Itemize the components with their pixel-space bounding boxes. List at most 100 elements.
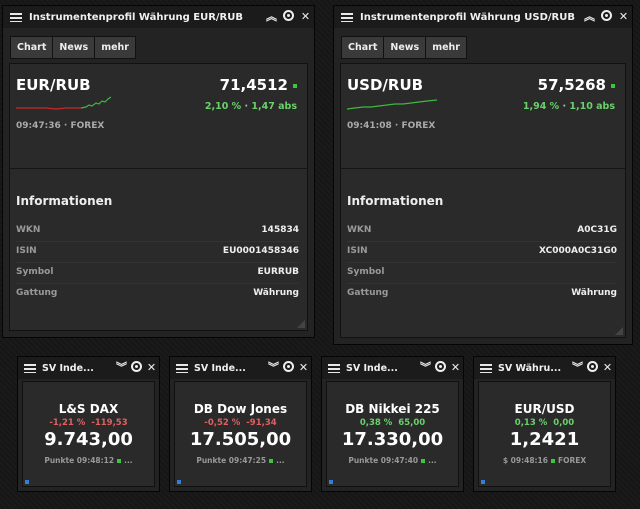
panel-content: USD/RUB 57,5268 1,94 % · 1,10 abs 09:41:… (340, 63, 626, 338)
instrument-panel-usdrub: Instrumentenprofil Währung USD/RUB ︽ ✕ C… (333, 5, 633, 345)
collapse-icon[interactable]: ︾ (418, 357, 433, 379)
link-indicator-icon (25, 480, 29, 484)
target-icon[interactable] (281, 357, 296, 379)
index-widget-dax: SV Inde... ︾ ✕ L&S DAX -1,21 % -119,53 9.… (17, 356, 160, 492)
target-icon[interactable] (433, 357, 448, 379)
tab-more[interactable]: mehr (94, 36, 136, 59)
target-icon[interactable] (280, 6, 297, 28)
link-indicator-icon (329, 480, 333, 484)
close-icon[interactable]: ✕ (600, 357, 615, 379)
instrument-panel-eurrub: Instrumentenprofil Währung EUR/RUB ︽ ✕ C… (2, 5, 315, 338)
menu-icon[interactable] (328, 363, 340, 373)
collapse-icon[interactable]: ︾ (570, 357, 585, 379)
target-icon[interactable] (585, 357, 600, 379)
info-row-symbol: Symbol (347, 263, 617, 284)
menu-icon[interactable] (10, 12, 22, 22)
tab-more[interactable]: mehr (425, 36, 467, 59)
index-value: 1,2421 (509, 429, 580, 450)
quote-time: 09:47:36 · FOREX (16, 121, 105, 131)
menu-icon[interactable] (176, 363, 188, 373)
close-icon[interactable]: ✕ (615, 6, 632, 28)
tab-news[interactable]: News (383, 36, 427, 59)
link-indicator-icon (177, 480, 181, 484)
index-name: DB Nikkei 225 (345, 402, 440, 416)
info-row-gattung: Gattung Währung (16, 288, 299, 298)
close-icon[interactable]: ✕ (297, 6, 314, 28)
live-indicator-icon (611, 83, 615, 88)
tab-chart[interactable]: Chart (10, 36, 54, 59)
close-icon[interactable]: ✕ (448, 357, 463, 379)
resize-handle[interactable] (615, 327, 623, 335)
panel-tabs: Chart News mehr (10, 36, 136, 59)
menu-icon[interactable] (24, 363, 36, 373)
close-icon[interactable]: ✕ (296, 357, 311, 379)
instrument-price: 71,4512 (220, 76, 297, 94)
menu-icon[interactable] (480, 363, 492, 373)
sparkline-chart (16, 96, 111, 110)
widget-content: L&S DAX -1,21 % -119,53 9.743,00 Punkte 0… (22, 381, 155, 487)
index-footer: $ 09:48:16 FOREX (502, 456, 587, 465)
info-row-gattung: Gattung Währung (347, 288, 617, 298)
instrument-name: EUR/RUB (16, 76, 91, 94)
close-icon[interactable]: ✕ (144, 357, 159, 379)
collapse-icon[interactable]: ︾ (114, 357, 129, 379)
menu-icon[interactable] (341, 12, 353, 22)
tab-news[interactable]: News (52, 36, 96, 59)
price-change: 2,10 % · 1,47 abs (204, 101, 297, 112)
panel-titlebar[interactable]: Instrumentenprofil Währung EUR/RUB ︽ ✕ (3, 6, 314, 28)
panel-content: EUR/RUB 71,4512 2,10 % · 1,47 abs 09:47:… (9, 63, 308, 331)
index-change: -0,52 % -91,34 (204, 418, 277, 428)
widget-titlebar[interactable]: SV Währu... ︾ ✕ (474, 357, 615, 379)
live-indicator-icon (550, 459, 555, 463)
widget-title: SV Inde... (346, 362, 398, 374)
widget-title: SV Währu... (498, 362, 562, 374)
index-change: 0,13 % 0,00 (514, 418, 575, 428)
live-indicator-icon (293, 83, 297, 88)
tab-chart[interactable]: Chart (341, 36, 385, 59)
instrument-name: USD/RUB (347, 76, 424, 94)
index-footer: Punkte 09:47:40... (348, 456, 437, 465)
collapse-icon[interactable]: ︾ (266, 357, 281, 379)
index-change: -1,21 % -119,53 (49, 418, 128, 428)
info-row-isin: ISIN EU0001458346 (16, 242, 299, 263)
panel-title: Instrumentenprofil Währung EUR/RUB (29, 11, 244, 23)
info-row-wkn: WKN A0C31G (347, 221, 617, 242)
info-heading: Informationen (16, 194, 113, 208)
live-indicator-icon (117, 459, 122, 463)
target-icon[interactable] (129, 357, 144, 379)
info-heading: Informationen (347, 194, 444, 208)
widget-titlebar[interactable]: SV Inde... ︾ ✕ (170, 357, 311, 379)
live-indicator-icon (421, 459, 426, 463)
divider (341, 168, 625, 169)
sparkline-chart (347, 99, 437, 110)
panel-titlebar[interactable]: Instrumentenprofil Währung USD/RUB ︽ ✕ (334, 6, 632, 28)
index-value: 17.330,00 (341, 429, 444, 450)
instrument-price: 57,5268 (538, 76, 615, 94)
resize-handle[interactable] (297, 320, 305, 328)
target-icon[interactable] (598, 6, 615, 28)
panel-title: Instrumentenprofil Währung USD/RUB (360, 11, 575, 23)
panel-tabs: Chart News mehr (341, 36, 467, 59)
widget-titlebar[interactable]: SV Inde... ︾ ✕ (322, 357, 463, 379)
index-footer: Punkte 09:48:12... (44, 456, 133, 465)
widget-content: EUR/USD 0,13 % 0,00 1,2421 $ 09:48:16 FORE… (478, 381, 611, 487)
quote-time: 09:41:08 · FOREX (347, 121, 436, 131)
index-widget-dowjones: SV Inde... ︾ ✕ DB Dow Jones -0,52 % -91,3… (169, 356, 312, 492)
widget-title: SV Inde... (194, 362, 246, 374)
index-change: 0,38 % 65,00 (359, 418, 426, 428)
live-indicator-icon (269, 459, 274, 463)
widget-titlebar[interactable]: SV Inde... ︾ ✕ (18, 357, 159, 379)
index-name: DB Dow Jones (193, 402, 288, 416)
widget-content: DB Dow Jones -0,52 % -91,34 17.505,00 Pun… (174, 381, 307, 487)
index-widget-nikkei: SV Inde... ︾ ✕ DB Nikkei 225 0,38 % 65,00… (321, 356, 464, 492)
index-footer: Punkte 09:47:25... (196, 456, 285, 465)
price-change: 1,94 % · 1,10 abs (522, 101, 615, 112)
info-row-wkn: WKN 145834 (16, 221, 299, 242)
divider (10, 168, 307, 169)
info-row-symbol: Symbol EURRUB (16, 263, 299, 284)
index-value: 17.505,00 (189, 429, 292, 450)
collapse-icon[interactable]: ︽ (581, 6, 598, 28)
link-indicator-icon (481, 480, 485, 484)
widget-title: SV Inde... (42, 362, 94, 374)
collapse-icon[interactable]: ︽ (263, 6, 280, 28)
